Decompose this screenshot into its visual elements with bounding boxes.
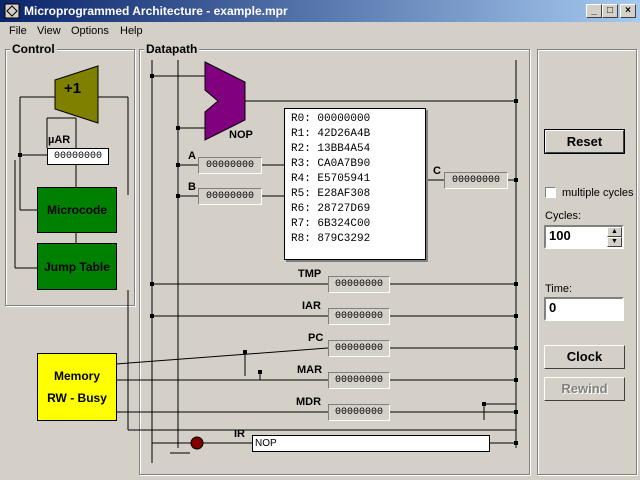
c-label: C xyxy=(433,165,441,177)
iar-label: IAR xyxy=(302,300,321,312)
ir-register: NOP xyxy=(252,435,490,452)
jump-table-box: Jump Table xyxy=(37,243,117,290)
b-register: 00000000 xyxy=(198,188,262,205)
ir-led-icon xyxy=(190,436,204,450)
register-row: R7: 6B324C00 xyxy=(291,218,371,230)
register-row: R8: 879C3292 xyxy=(291,233,371,245)
register-row: R2: 13BB4A54 xyxy=(291,143,371,155)
pc-label: PC xyxy=(308,332,324,344)
uar-register: 00000000 xyxy=(47,148,109,165)
multiple-cycles-label: multiple cycles xyxy=(562,187,634,199)
spinner-up-icon[interactable]: ▲ xyxy=(607,227,622,237)
microcode-box: Microcode xyxy=(37,187,117,233)
memory-status: RW - Busy xyxy=(47,391,107,405)
rewind-button[interactable]: Rewind xyxy=(544,377,625,401)
spinner-down-icon[interactable]: ▼ xyxy=(607,237,622,247)
register-file: R0: 00000000 R1: 42D26A4B R2: 13BB4A54 R… xyxy=(284,108,426,260)
mdr-register: 00000000 xyxy=(328,404,390,421)
iar-register: 00000000 xyxy=(328,308,390,325)
cycles-spinner[interactable]: ▲ ▼ xyxy=(607,227,622,247)
register-row: R1: 42D26A4B xyxy=(291,128,371,140)
register-row: R4: E5705941 xyxy=(291,173,371,185)
tmp-register: 00000000 xyxy=(328,276,390,293)
alu-op-label: NOP xyxy=(229,129,253,141)
cycles-label: Cycles: xyxy=(545,210,582,222)
reset-button[interactable]: Reset xyxy=(544,129,625,154)
uar-label: µAR xyxy=(48,134,71,146)
register-row: R0: 00000000 xyxy=(291,113,371,125)
mar-register: 00000000 xyxy=(328,372,390,389)
register-row: R5: E28AF308 xyxy=(291,188,371,200)
clock-button[interactable]: Clock xyxy=(544,345,625,369)
b-label: B xyxy=(188,181,196,193)
a-label: A xyxy=(188,150,196,162)
mdr-label: MDR xyxy=(296,396,322,408)
time-label: Time: xyxy=(545,283,573,295)
memory-box: Memory RW - Busy xyxy=(37,353,117,421)
time-input[interactable]: 0 xyxy=(544,297,624,321)
c-register: 00000000 xyxy=(444,172,508,189)
adder-label: +1 xyxy=(64,80,82,97)
pc-register: 00000000 xyxy=(328,340,390,357)
memory-label: Memory xyxy=(53,369,100,383)
mar-label: MAR xyxy=(297,364,323,376)
tmp-label: TMP xyxy=(298,268,322,280)
register-row: R3: CA0A7B90 xyxy=(291,158,371,170)
ir-label: IR xyxy=(234,428,245,440)
a-register: 00000000 xyxy=(198,157,262,174)
multiple-cycles-checkbox[interactable] xyxy=(545,187,556,198)
register-row: R6: 28727D69 xyxy=(291,203,371,215)
